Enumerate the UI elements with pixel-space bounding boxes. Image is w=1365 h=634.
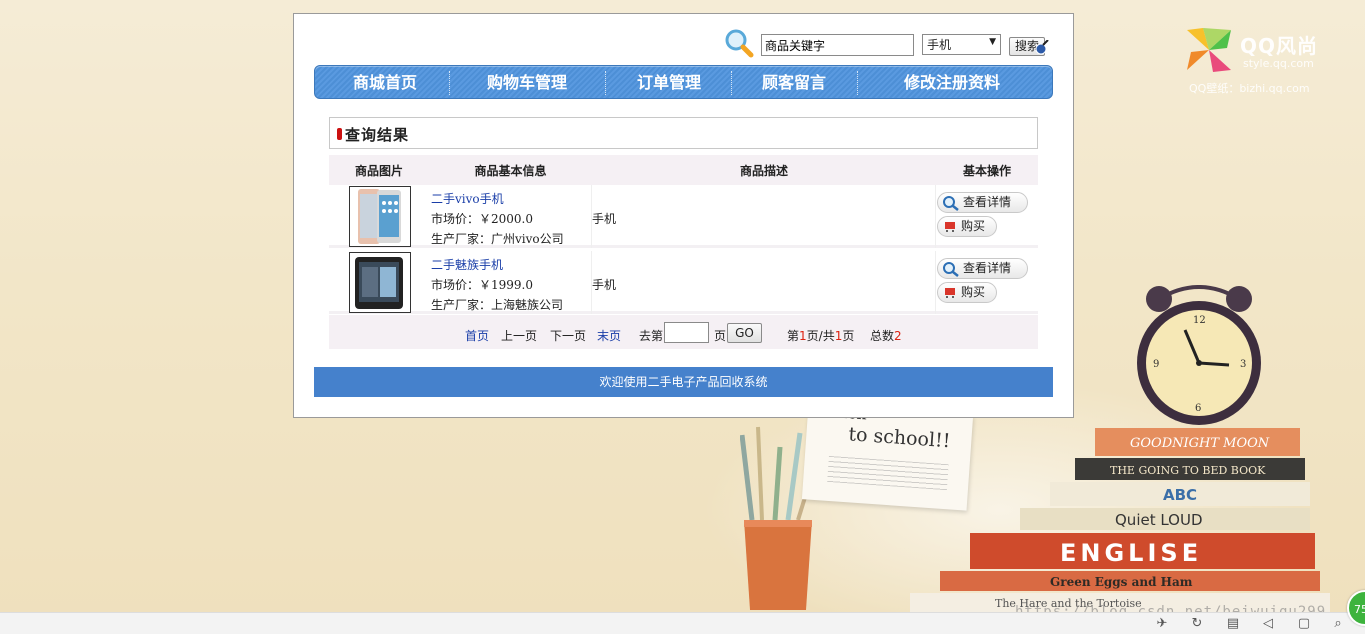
nav-item-home[interactable]: 商城首页 xyxy=(327,66,443,100)
svg-text:3: 3 xyxy=(1240,359,1246,370)
svg-text:9: 9 xyxy=(1153,359,1159,370)
page-number-input[interactable] xyxy=(664,322,709,343)
page-info-a: 第 xyxy=(787,329,800,343)
pager-goto-suffix: 页 xyxy=(714,329,727,343)
search-keyword-input[interactable] xyxy=(761,34,914,56)
magnifier-icon xyxy=(725,29,754,58)
book-title-3: ABC xyxy=(1163,486,1197,504)
shopping-cart-icon xyxy=(945,288,955,298)
pager-goto-prefix: 去第 xyxy=(639,329,664,343)
table-row: 二手vivo手机 市场价：￥2000.0 生产厂家：广州vivo公司 手机 查看… xyxy=(329,185,1038,248)
total-label: 总数 xyxy=(870,329,895,343)
nav-divider xyxy=(605,71,606,95)
qq-pinwheel-logo-icon xyxy=(1187,28,1231,72)
magnifier-icon xyxy=(943,196,959,211)
view-details-button[interactable]: 查看详情 xyxy=(937,258,1028,279)
page-info-b: 页/共 xyxy=(806,329,835,343)
buy-label: 购买 xyxy=(961,219,986,233)
product-image-meizu[interactable] xyxy=(349,252,411,313)
product-description: 手机 xyxy=(592,212,617,226)
wallpaper-logo-sub: style.qq.com xyxy=(1243,57,1314,70)
nav-divider xyxy=(449,71,450,95)
product-description: 手机 xyxy=(592,278,617,292)
buy-button[interactable]: 购买 xyxy=(937,216,997,237)
system-taskbar: ✈ ↻ ▤ ◁ ▢ ⌕ xyxy=(0,612,1365,634)
product-price: 市场价：￥2000.0 xyxy=(431,212,533,226)
product-maker: 生产厂家：广州vivo公司 xyxy=(431,232,564,246)
current-page: 1 xyxy=(799,329,807,343)
refresh-icon[interactable]: ↻ xyxy=(1188,615,1206,633)
table-row: 二手魅族手机 市场价：￥1999.0 生产厂家：上海魅族公司 手机 查看详情 购… xyxy=(329,251,1038,314)
svg-text:6: 6 xyxy=(1195,403,1201,414)
category-selected-value: 手机 xyxy=(927,38,952,52)
column-header-info: 商品基本信息 xyxy=(474,164,547,178)
table-header: 商品图片 商品基本信息 商品描述 基本操作 xyxy=(329,155,1038,185)
total-count-value: 2 xyxy=(894,329,902,343)
book-title-5: ENGLISE xyxy=(1060,539,1202,567)
wallpaper-logo-text: QQ风尚 xyxy=(1240,34,1319,58)
book-title-1: GOODNIGHT MOON xyxy=(1130,436,1270,451)
view-details-button[interactable]: 查看详情 xyxy=(937,192,1028,213)
cell-divider xyxy=(935,251,936,314)
page-footer: 欢迎使用二手电子产品回收系统 xyxy=(314,367,1053,397)
product-maker: 生产厂家：上海魅族公司 xyxy=(431,298,564,312)
buy-button[interactable]: 购买 xyxy=(937,282,997,303)
pager-first-link[interactable]: 首页 xyxy=(465,327,489,344)
window-icon[interactable]: ▢ xyxy=(1295,615,1313,633)
svg-text:12: 12 xyxy=(1193,315,1206,326)
chevron-down-icon: ▼ xyxy=(989,37,996,47)
book-stack-illustration: GOODNIGHT MOON THE GOING TO BED BOOK ABC… xyxy=(910,428,1330,612)
shop-page: 手机 ▼ 搜索 商城首页 购物车管理 订单管理 顾客留言 修改注册资料 查询结果… xyxy=(293,13,1074,418)
results-header-box: 查询结果 xyxy=(329,117,1038,149)
product-name-link[interactable]: 二手魅族手机 xyxy=(431,256,503,273)
phone-image-icon xyxy=(355,257,403,309)
shopping-cart-icon xyxy=(945,222,955,232)
view-details-label: 查看详情 xyxy=(963,195,1012,209)
book-title-6: Green Eggs and Ham xyxy=(1050,575,1193,589)
red-marker-icon xyxy=(337,128,342,140)
phone-image-icon xyxy=(358,189,401,244)
column-header-actions: 基本操作 xyxy=(962,164,1011,178)
blog-watermark: https://blog.csdn.net/beiwuiqu299 xyxy=(1015,604,1327,612)
category-select[interactable]: 手机 ▼ xyxy=(922,34,1001,55)
nav-item-profile[interactable]: 修改注册资料 xyxy=(863,66,1041,100)
view-details-label: 查看详情 xyxy=(963,261,1012,275)
pager-last-link[interactable]: 末页 xyxy=(597,327,621,344)
pager-next-link[interactable]: 下一页 xyxy=(550,327,586,344)
nav-divider xyxy=(857,71,858,95)
results-title: 查询结果 xyxy=(345,126,410,144)
trash-icon[interactable]: ▤ xyxy=(1224,615,1242,633)
page-info-c: 页 xyxy=(842,329,855,343)
pagination-bar: 首页 上一页 下一页 末页 去第 页 GO 第1页/共1页 总数2 xyxy=(329,315,1038,349)
pin-icon[interactable]: ✈ xyxy=(1153,615,1171,633)
main-nav-bar: 商城首页 购物车管理 订单管理 顾客留言 修改注册资料 xyxy=(314,65,1053,99)
page-info: 第1页/共1页 xyxy=(787,327,854,344)
cell-divider xyxy=(935,185,936,248)
nav-item-cart[interactable]: 购物车管理 xyxy=(455,66,599,100)
product-name-link[interactable]: 二手vivo手机 xyxy=(431,190,504,207)
pager-prev-link[interactable]: 上一页 xyxy=(501,327,537,344)
product-image-vivo[interactable] xyxy=(349,186,411,247)
magnifier-icon xyxy=(943,262,959,277)
product-price: 市场价：￥1999.0 xyxy=(431,278,533,292)
column-header-image: 商品图片 xyxy=(354,164,403,178)
volume-icon[interactable]: ◁ xyxy=(1259,615,1277,633)
hand-cursor-icon xyxy=(1035,40,1049,55)
wallpaper-logo-sub2: QQ壁纸：bizhi.qq.com xyxy=(1189,82,1310,95)
nav-divider xyxy=(731,71,732,95)
search-icon[interactable]: ⌕ xyxy=(1329,615,1347,633)
book-title-2: THE GOING TO BED BOOK xyxy=(1110,464,1266,477)
total-count: 总数2 xyxy=(870,327,902,344)
nav-item-messages[interactable]: 顾客留言 xyxy=(735,66,853,100)
book-title-4: Quiet LOUD xyxy=(1115,511,1203,529)
column-header-description: 商品描述 xyxy=(739,164,788,178)
buy-label: 购买 xyxy=(961,285,986,299)
go-button[interactable]: GO xyxy=(727,323,762,343)
alarm-clock-illustration: 12 3 6 9 xyxy=(1137,285,1261,425)
nav-item-orders[interactable]: 订单管理 xyxy=(611,66,727,100)
